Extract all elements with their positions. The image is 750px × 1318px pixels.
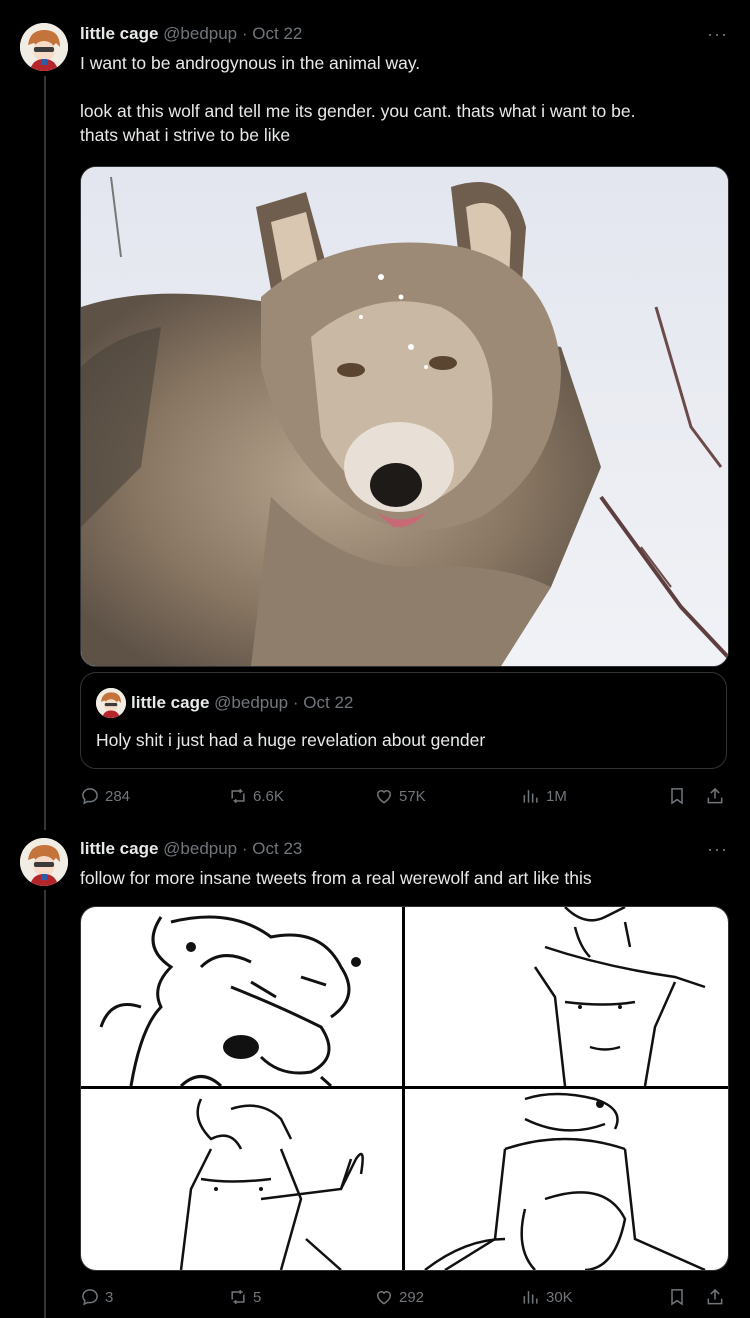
repost-button[interactable]: 5	[228, 1287, 261, 1307]
tweet-header: little cage @bedpup · Oct 23	[80, 839, 302, 859]
quoted-tweet[interactable]: little cage @bedpup · Oct 22 Holy shit i…	[80, 672, 727, 769]
tweet-date[interactable]: Oct 23	[252, 839, 302, 858]
tweet-photo[interactable]	[81, 1089, 402, 1270]
avatar[interactable]	[96, 688, 126, 718]
more-icon[interactable]: ···	[707, 839, 728, 860]
views-count: 30K	[546, 1288, 573, 1306]
thread-line	[44, 76, 46, 830]
share-icon	[707, 787, 723, 804]
views-count: 1M	[546, 787, 567, 805]
avatar[interactable]	[20, 23, 68, 71]
repost-count: 5	[253, 1288, 262, 1306]
separator: ·	[292, 693, 299, 712]
tweet-text: follow for more insane tweets from a rea…	[80, 868, 592, 888]
repost-count: 6.6K	[253, 787, 284, 805]
tweet-text-line: thats what i strive to be like	[80, 125, 291, 145]
tweet-date: Oct 22	[303, 693, 354, 712]
like-icon	[376, 790, 392, 804]
views-icon	[523, 1291, 538, 1304]
quoted-tweet-text: Holy shit i just had a huge revelation a…	[96, 730, 486, 750]
author-name[interactable]: little cage	[80, 24, 158, 43]
share-icon	[707, 1288, 723, 1305]
more-icon[interactable]: ···	[707, 24, 728, 45]
reply-count: 284	[105, 787, 131, 805]
separator: ·	[241, 839, 248, 858]
sketch-image	[533, 907, 706, 1086]
tweet-header: little cage @bedpup · Oct 22	[80, 24, 302, 44]
tweet-actions: 284 6.6K 57K 1M	[80, 786, 730, 810]
wolf-photo-image	[81, 167, 728, 666]
like-icon	[376, 1291, 392, 1305]
tweet-text-line: I want to be androgynous in the animal w…	[80, 53, 421, 73]
views-button[interactable]: 1M	[521, 786, 567, 806]
avatar[interactable]	[20, 838, 68, 886]
sketch-image	[99, 915, 361, 1086]
bookmark-button[interactable]	[667, 1287, 687, 1307]
share-button[interactable]	[705, 1287, 725, 1307]
author-handle[interactable]: @bedpup	[163, 24, 237, 43]
tweet-date[interactable]: Oct 22	[252, 24, 302, 43]
bookmark-icon	[671, 1289, 683, 1306]
author-handle: @bedpup	[214, 693, 289, 712]
quoted-tweet-header: little cage @bedpup · Oct 22	[131, 693, 353, 713]
share-button[interactable]	[705, 786, 725, 806]
repost-icon	[231, 1289, 245, 1305]
tweet-text: I want to be androgynous in the animal w…	[80, 51, 720, 147]
repost-icon	[231, 788, 245, 804]
tweet-photo[interactable]	[405, 907, 728, 1086]
separator: ·	[241, 24, 248, 43]
bookmark-icon	[671, 788, 683, 805]
bookmark-button[interactable]	[667, 786, 687, 806]
like-count: 57K	[399, 787, 426, 805]
reply-button[interactable]: 284	[80, 786, 130, 806]
author-name: little cage	[131, 693, 210, 712]
reply-icon	[82, 1289, 98, 1306]
views-icon	[523, 790, 538, 803]
tweet-actions: 3 5 292 30K	[80, 1287, 730, 1311]
tweet-photo[interactable]	[81, 907, 402, 1086]
tweet-text-line: look at this wolf and tell me its gender…	[80, 101, 636, 121]
sketch-image	[179, 1098, 364, 1270]
views-button[interactable]: 30K	[521, 1287, 573, 1307]
like-button[interactable]: 292	[374, 1287, 424, 1307]
sketch-image	[424, 1092, 706, 1270]
like-count: 292	[399, 1288, 425, 1306]
like-button[interactable]: 57K	[374, 786, 426, 806]
reply-count: 3	[105, 1288, 114, 1306]
reply-icon	[82, 788, 98, 805]
tweet-photo[interactable]	[405, 1089, 728, 1270]
reply-button[interactable]: 3	[80, 1287, 113, 1307]
tweet-photo[interactable]	[80, 166, 729, 667]
thread-line	[44, 890, 46, 1318]
tweet-photo-grid	[80, 906, 729, 1271]
repost-button[interactable]: 6.6K	[228, 786, 284, 806]
author-handle[interactable]: @bedpup	[163, 839, 237, 858]
author-name[interactable]: little cage	[80, 839, 158, 858]
